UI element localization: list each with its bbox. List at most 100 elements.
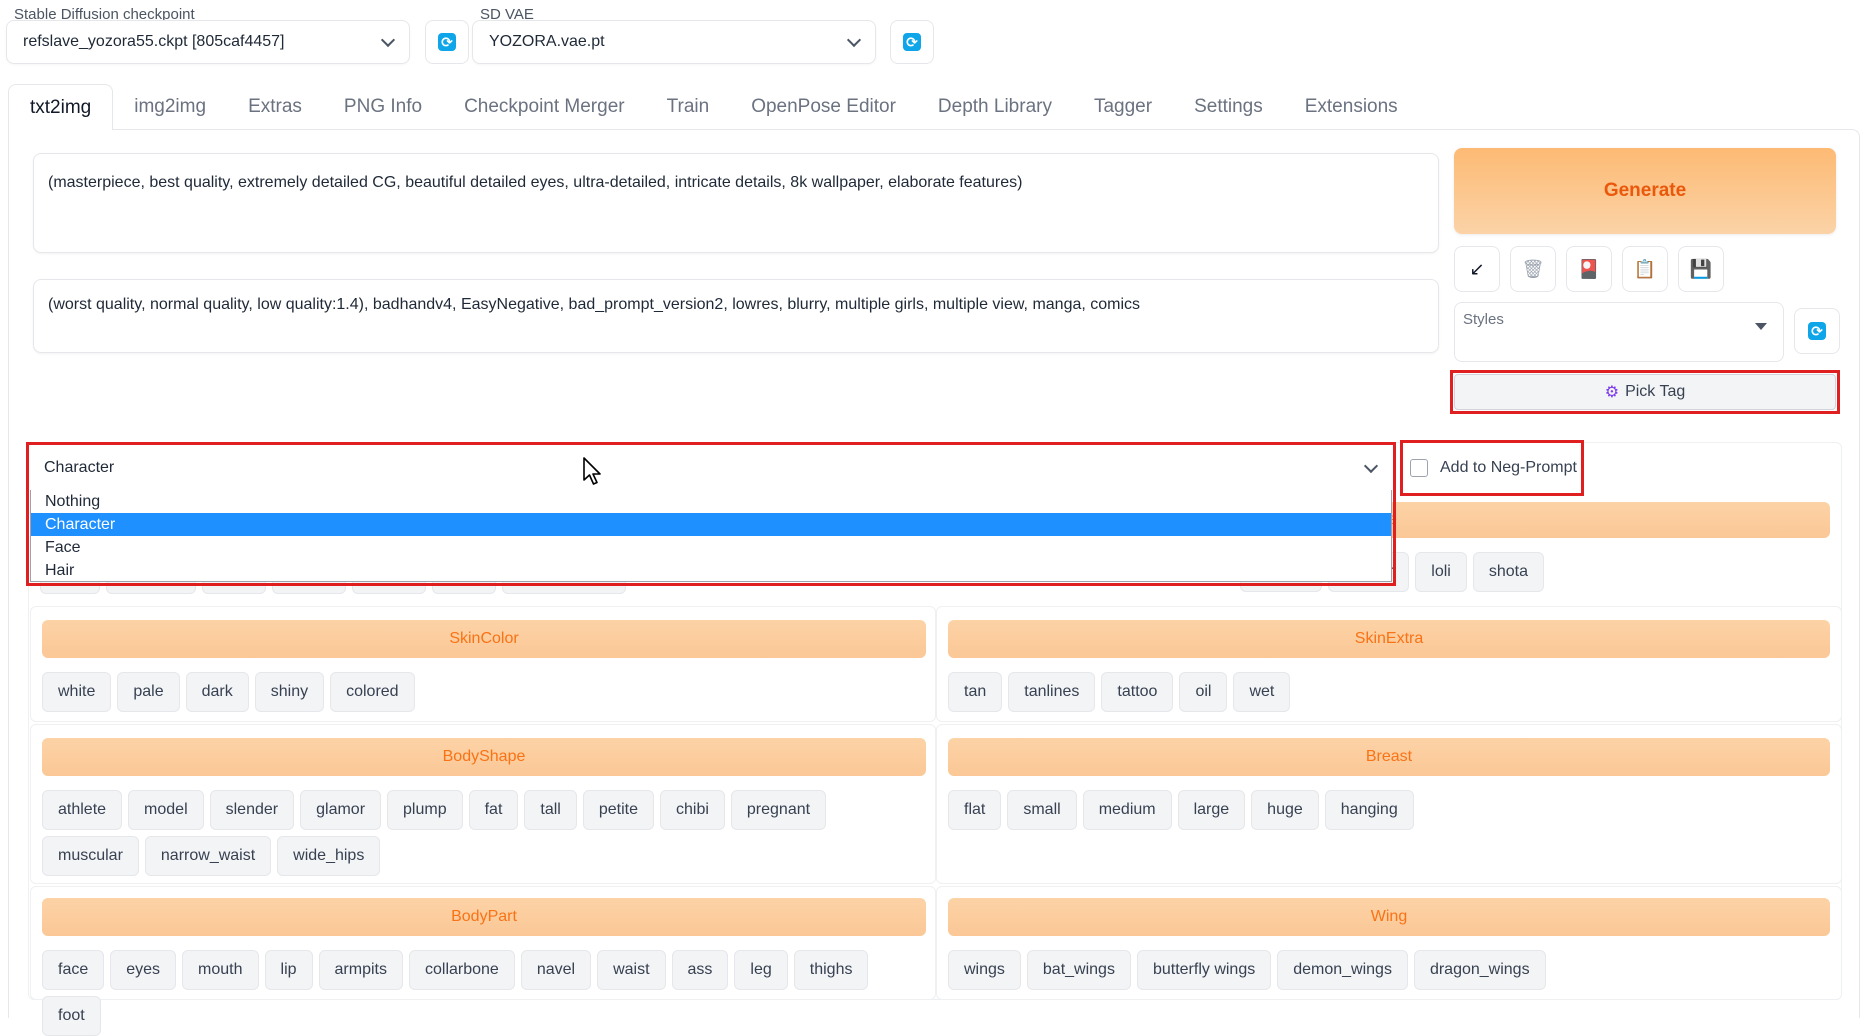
tag-button[interactable]: narrow_waist [144,836,272,876]
tag-button[interactable]: armpits [318,950,403,990]
styles-label: Styles [1463,311,1504,328]
tags-bodypart: face eyes mouth lip armpits collarbone n… [42,950,926,1036]
tag-button[interactable]: waist [597,950,666,990]
tag-button[interactable]: wide_hips [277,836,381,876]
tag-button[interactable]: tanlines [1008,672,1096,712]
tag-button[interactable]: fat [468,790,519,830]
tag-button[interactable]: shiny [254,672,325,712]
tag-button[interactable]: colored [330,672,415,712]
tag-button[interactable]: model [128,790,204,830]
tag-button[interactable]: petite [582,790,654,830]
tag-button[interactable]: mouth [182,950,259,990]
neg-prompt-highlight [1400,440,1584,496]
refresh-checkpoint-button[interactable]: ⟳ [425,20,469,64]
tag-button[interactable]: slender [209,790,295,830]
clear-prompt-button[interactable]: 🗑 [1510,246,1556,292]
tag-button[interactable]: tattoo [1101,672,1174,712]
chevron-down-icon [846,32,862,47]
category-select[interactable]: Character [30,446,1392,490]
tag-button[interactable]: butterfly wings [1136,950,1272,990]
tag-button[interactable]: oil [1179,672,1228,712]
refresh-icon: ⟳ [438,33,456,51]
tag-button[interactable]: wings [948,950,1021,990]
tag-button[interactable]: foot [42,996,101,1036]
tab-depth-library[interactable]: Depth Library [917,84,1073,130]
category-option-hair[interactable]: Hair [31,559,1391,582]
group-header-skinextra[interactable]: SkinExtra [948,620,1830,658]
tag-button[interactable]: chibi [659,790,725,830]
tab-png-info[interactable]: PNG Info [323,84,443,130]
tag-button[interactable]: small [1007,790,1077,830]
clipboard-icon: 📋 [1633,258,1657,279]
checkpoint-select[interactable]: refslave_yozora55.ckpt [805caf4457] [6,20,410,64]
save-style-button[interactable]: 💾 [1678,246,1724,292]
positive-prompt-input[interactable]: (masterpiece, best quality, extremely de… [33,153,1439,253]
tab-extras[interactable]: Extras [227,84,323,130]
tag-button[interactable]: hanging [1324,790,1414,830]
tag-button[interactable]: huge [1251,790,1319,830]
tag-button[interactable]: shota [1472,552,1544,592]
category-option-nothing[interactable]: Nothing [31,490,1391,513]
tag-button[interactable]: navel [520,950,592,990]
checkpoint-value: refslave_yozora55.ckpt [805caf4457] [23,33,285,50]
chevron-down-icon [380,32,396,47]
apply-style-button[interactable]: 📋 [1622,246,1668,292]
pick-tag-button[interactable]: ⚙ Pick Tag [1454,374,1836,410]
category-options-list: Nothing Character Face Hair [30,490,1392,582]
tag-button[interactable]: athlete [42,790,123,830]
tab-settings[interactable]: Settings [1173,84,1284,130]
tag-button[interactable]: pregnant [730,790,827,830]
vae-select[interactable]: YOZORA.vae.pt [472,20,876,64]
tab-txt2img[interactable]: txt2img [8,84,114,130]
tag-button[interactable]: pale [117,672,180,712]
category-option-character[interactable]: Character [31,513,1391,536]
save-icon: 💾 [1689,258,1713,279]
tag-button[interactable]: eyes [110,950,177,990]
styles-select[interactable]: Styles [1454,302,1784,362]
tag-button[interactable]: medium [1082,790,1172,830]
tab-checkpoint-merger[interactable]: Checkpoint Merger [443,84,646,130]
group-header-breast[interactable]: Breast [948,738,1830,776]
tab-train[interactable]: Train [646,84,731,130]
paste-params-button[interactable]: ↙ [1454,246,1500,292]
group-header-skincolor[interactable]: SkinColor [42,620,926,658]
tag-button[interactable]: face [42,950,105,990]
tags-bodyshape: athlete model slender glamor plump fat t… [42,790,926,876]
refresh-vae-button[interactable]: ⟳ [890,20,934,64]
main-tabs: txt2img img2img Extras PNG Info Checkpoi… [8,84,1419,130]
tag-button[interactable]: wet [1233,672,1291,712]
tag-button[interactable]: lip [264,950,313,990]
tab-openpose-editor[interactable]: OpenPose Editor [730,84,917,130]
tab-tagger[interactable]: Tagger [1073,84,1173,130]
group-header-wing[interactable]: Wing [948,898,1830,936]
refresh-styles-button[interactable]: ⟳ [1794,308,1840,354]
tag-button[interactable]: ass [671,950,729,990]
tag-button[interactable]: collarbone [408,950,515,990]
tag-button[interactable]: tall [524,790,577,830]
tab-img2img[interactable]: img2img [113,84,227,130]
tag-button[interactable]: loli [1415,552,1467,592]
tag-button[interactable]: leg [734,950,788,990]
tag-button[interactable]: white [42,672,112,712]
tag-button[interactable]: flat [948,790,1002,830]
tag-button[interactable]: plump [387,790,463,830]
mouse-cursor-icon [583,457,601,485]
tag-button[interactable]: muscular [42,836,139,876]
tag-button[interactable]: dragon_wings [1413,950,1546,990]
category-option-face[interactable]: Face [31,536,1391,559]
tag-button[interactable]: thighs [793,950,869,990]
tab-extensions[interactable]: Extensions [1284,84,1419,130]
tag-button[interactable]: dark [185,672,249,712]
tag-button[interactable]: tan [948,672,1003,712]
tag-button[interactable]: glamor [300,790,382,830]
group-header-bodypart[interactable]: BodyPart [42,898,926,936]
tool-buttons: ↙ 🗑 🎴 📋 💾 [1454,246,1724,292]
negative-prompt-input[interactable]: (worst quality, normal quality, low qual… [33,279,1439,353]
tag-button[interactable]: demon_wings [1277,950,1408,990]
extra-networks-button[interactable]: 🎴 [1566,246,1612,292]
tag-button[interactable]: large [1177,790,1246,830]
group-header-bodyshape[interactable]: BodyShape [42,738,926,776]
refresh-icon: ⟳ [903,33,921,51]
generate-button[interactable]: Generate [1454,148,1836,234]
tag-button[interactable]: bat_wings [1026,950,1131,990]
